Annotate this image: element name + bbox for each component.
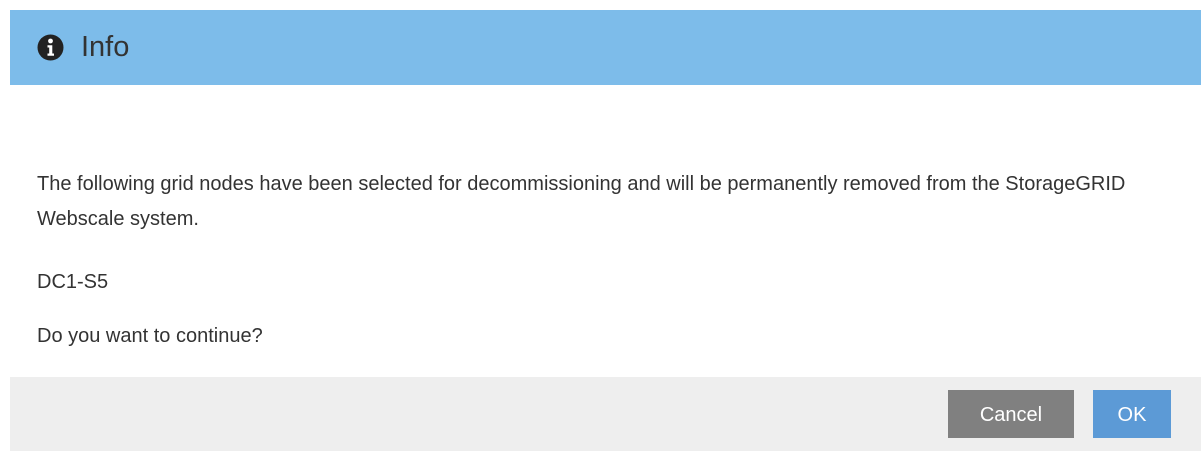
dialog-header: Info — [10, 10, 1201, 85]
confirm-question: Do you want to continue? — [37, 325, 263, 347]
cancel-button[interactable]: Cancel — [948, 390, 1074, 438]
info-circle-icon — [37, 34, 64, 61]
dialog-message: The following grid nodes have been selec… — [37, 173, 1126, 230]
dialog-footer: Cancel OK — [10, 377, 1201, 451]
info-dialog: Info The following grid nodes have been … — [0, 0, 1201, 451]
node-name: DC1-S5 — [37, 271, 109, 293]
dialog-title: Info — [81, 31, 130, 63]
ok-button[interactable]: OK — [1093, 390, 1171, 438]
